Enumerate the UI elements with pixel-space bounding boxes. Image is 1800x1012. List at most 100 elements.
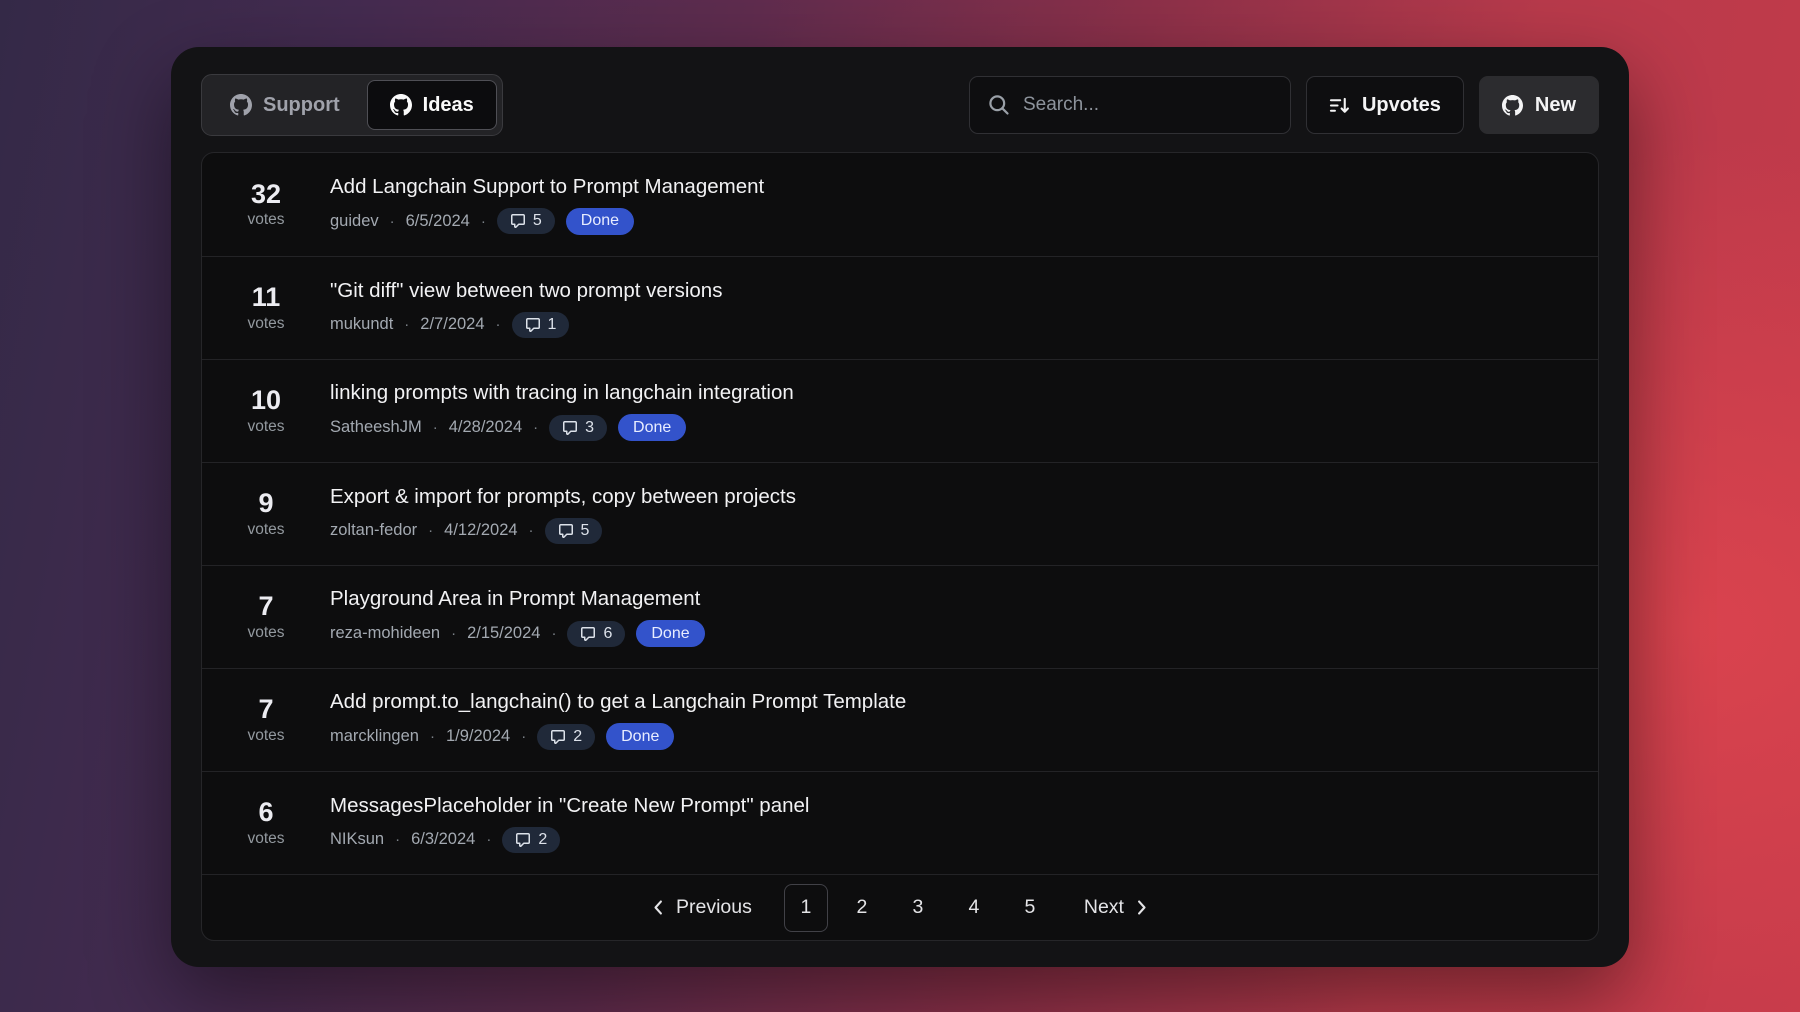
vote-count: 7	[226, 592, 306, 622]
vote-column: 10 votes	[226, 386, 306, 436]
item-title: Playground Area in Prompt Management	[330, 587, 705, 611]
feedback-row[interactable]: 7 votes Add prompt.to_langchain() to get…	[202, 668, 1598, 771]
rows-container: 32 votes Add Langchain Support to Prompt…	[202, 153, 1598, 874]
votes-label: votes	[226, 521, 306, 539]
page-button-2[interactable]: 2	[840, 884, 884, 932]
meta-separator: ·	[529, 522, 534, 539]
meta-separator: ·	[430, 728, 435, 745]
status-badge: Done	[636, 620, 704, 647]
new-post-label: New	[1535, 94, 1576, 117]
page-button-4[interactable]: 4	[952, 884, 996, 932]
item-date: 4/28/2024	[449, 418, 522, 437]
meta-separator: ·	[404, 316, 409, 333]
next-page-button[interactable]: Next	[1078, 888, 1157, 927]
comment-count: 5	[581, 522, 590, 540]
search-input[interactable]	[1023, 94, 1272, 116]
comment-chip: 3	[549, 415, 607, 441]
item-author: mukundt	[330, 315, 393, 334]
item-date: 2/7/2024	[420, 315, 484, 334]
board-header: Support Ideas Upvotes New	[201, 75, 1599, 135]
item-author: guidev	[330, 212, 379, 231]
votes-label: votes	[226, 211, 306, 229]
comment-chip: 2	[502, 827, 560, 853]
item-meta: guidev · 6/5/2024 · 5 Done	[330, 208, 764, 235]
sort-upvotes-label: Upvotes	[1362, 94, 1441, 117]
meta-separator: ·	[395, 831, 400, 848]
comment-chip: 5	[545, 518, 603, 544]
previous-page-button[interactable]: Previous	[643, 888, 758, 927]
meta-separator: ·	[533, 419, 538, 436]
comment-count: 1	[548, 316, 557, 334]
feedback-row[interactable]: 11 votes "Git diff" view between two pro…	[202, 256, 1598, 359]
chevron-left-icon	[649, 898, 668, 917]
item-date: 2/15/2024	[467, 624, 540, 643]
meta-separator: ·	[496, 316, 501, 333]
header-controls: Upvotes New	[969, 76, 1599, 134]
meta-separator: ·	[486, 831, 491, 848]
item-meta: mukundt · 2/7/2024 · 1	[330, 312, 722, 338]
status-badge: Done	[618, 414, 686, 441]
pagination: Previous 12345 Next	[202, 874, 1598, 940]
page-button-1[interactable]: 1	[784, 884, 828, 932]
item-title: Export & import for prompts, copy betwee…	[330, 485, 796, 509]
item-author: NIKsun	[330, 830, 384, 849]
row-main: MessagesPlaceholder in "Create New Promp…	[330, 794, 809, 853]
row-main: Add Langchain Support to Prompt Manageme…	[330, 175, 764, 235]
votes-label: votes	[226, 418, 306, 436]
item-date: 6/3/2024	[411, 830, 475, 849]
item-title: "Git diff" view between two prompt versi…	[330, 279, 722, 303]
row-main: "Git diff" view between two prompt versi…	[330, 279, 722, 338]
votes-label: votes	[226, 727, 306, 745]
vote-column: 6 votes	[226, 798, 306, 848]
comment-chip: 6	[567, 621, 625, 647]
comment-icon	[525, 317, 541, 333]
meta-separator: ·	[433, 419, 438, 436]
item-author: zoltan-fedor	[330, 521, 417, 540]
new-post-button[interactable]: New	[1479, 76, 1599, 134]
item-date: 1/9/2024	[446, 727, 510, 746]
votes-label: votes	[226, 830, 306, 848]
item-meta: reza-mohideen · 2/15/2024 · 6 Done	[330, 620, 705, 647]
tab-support[interactable]: Support	[207, 80, 363, 130]
item-author: SatheeshJM	[330, 418, 422, 437]
comment-icon	[558, 523, 574, 539]
vote-column: 11 votes	[226, 283, 306, 333]
feedback-board-card: Support Ideas Upvotes New	[171, 47, 1629, 967]
item-meta: marcklingen · 1/9/2024 · 2 Done	[330, 723, 906, 750]
feedback-row[interactable]: 10 votes linking prompts with tracing in…	[202, 359, 1598, 462]
item-author: reza-mohideen	[330, 624, 440, 643]
page-button-3[interactable]: 3	[896, 884, 940, 932]
tab-ideas[interactable]: Ideas	[367, 80, 497, 130]
vote-column: 32 votes	[226, 180, 306, 230]
github-icon	[1502, 95, 1523, 116]
sort-upvotes-button[interactable]: Upvotes	[1306, 76, 1464, 134]
status-badge: Done	[606, 723, 674, 750]
feedback-row[interactable]: 7 votes Playground Area in Prompt Manage…	[202, 565, 1598, 668]
comment-count: 2	[538, 831, 547, 849]
votes-label: votes	[226, 624, 306, 642]
comment-chip: 1	[512, 312, 570, 338]
github-icon	[230, 94, 252, 116]
chevron-right-icon	[1132, 898, 1151, 917]
vote-count: 9	[226, 489, 306, 519]
vote-column: 7 votes	[226, 592, 306, 642]
feedback-row[interactable]: 9 votes Export & import for prompts, cop…	[202, 462, 1598, 565]
meta-separator: ·	[451, 625, 456, 642]
page-button-5[interactable]: 5	[1008, 884, 1052, 932]
votes-label: votes	[226, 315, 306, 333]
comment-icon	[562, 420, 578, 436]
item-title: Add Langchain Support to Prompt Manageme…	[330, 175, 764, 199]
item-meta: NIKsun · 6/3/2024 · 2	[330, 827, 809, 853]
sort-descending-icon	[1329, 95, 1350, 116]
tab-support-label: Support	[263, 94, 340, 117]
vote-count: 7	[226, 695, 306, 725]
feedback-row[interactable]: 6 votes MessagesPlaceholder in "Create N…	[202, 771, 1598, 874]
comment-icon	[510, 213, 526, 229]
comment-icon	[550, 729, 566, 745]
vote-count: 11	[226, 283, 306, 313]
row-main: Playground Area in Prompt Management rez…	[330, 587, 705, 647]
status-badge: Done	[566, 208, 634, 235]
feedback-row[interactable]: 32 votes Add Langchain Support to Prompt…	[202, 153, 1598, 256]
item-title: Add prompt.to_langchain() to get a Langc…	[330, 690, 906, 714]
item-title: MessagesPlaceholder in "Create New Promp…	[330, 794, 809, 818]
